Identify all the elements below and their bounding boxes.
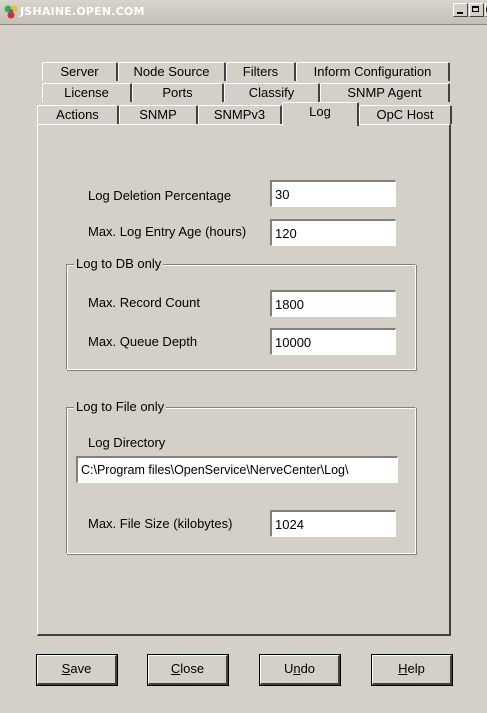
- minimize-button[interactable]: [453, 3, 468, 17]
- tab-license[interactable]: License: [42, 83, 132, 102]
- maximize-button[interactable]: [469, 3, 484, 17]
- log-to-file-group-title: Log to File only: [74, 399, 167, 414]
- undo-label-pre: U: [283, 661, 294, 676]
- tab-snmp-agent[interactable]: SNMP Agent: [320, 83, 450, 102]
- save-button[interactable]: Save: [36, 654, 118, 686]
- tab-server[interactable]: Server: [42, 62, 118, 81]
- tab-node-source[interactable]: Node Source: [118, 62, 226, 81]
- title-bar: JSHAINE.OPEN.COM: [0, 0, 487, 25]
- window-title: JSHAINE.OPEN.COM: [20, 5, 145, 18]
- tab-opc-host[interactable]: OpC Host: [359, 105, 452, 124]
- max-record-count-label: Max. Record Count: [88, 295, 200, 310]
- log-deletion-percentage-label: Log Deletion Percentage: [88, 188, 232, 203]
- log-to-db-group-title: Log to DB only: [74, 256, 164, 271]
- max-queue-depth-field[interactable]: [270, 328, 396, 355]
- tab-snmpv3[interactable]: SNMPv3: [198, 105, 282, 124]
- help-label-rest: elp: [407, 661, 425, 676]
- save-label-rest: ave: [70, 661, 92, 676]
- app-icon: [4, 5, 18, 19]
- max-record-count-field[interactable]: [270, 290, 396, 317]
- tab-snmp[interactable]: SNMP: [119, 105, 198, 124]
- tab-actions[interactable]: Actions: [37, 105, 119, 124]
- log-directory-field[interactable]: [76, 456, 398, 483]
- max-log-entry-age-label: Max. Log Entry Age (hours): [88, 224, 247, 239]
- tab-ports[interactable]: Ports: [132, 83, 224, 102]
- max-file-size-label: Max. File Size (kilobytes): [88, 516, 233, 531]
- close-label-rest: lose: [180, 661, 205, 676]
- max-log-entry-age-field[interactable]: [270, 219, 396, 246]
- log-directory-label: Log Directory: [88, 435, 166, 450]
- help-mnemonic: H: [398, 661, 408, 676]
- tab-classify[interactable]: Classify: [224, 83, 320, 102]
- help-button[interactable]: Help: [371, 654, 453, 686]
- log-deletion-percentage-field[interactable]: [270, 180, 396, 207]
- max-file-size-field[interactable]: [270, 510, 396, 537]
- undo-mnemonic: n: [293, 661, 301, 676]
- close-button[interactable]: Close: [147, 654, 229, 686]
- close-mnemonic: C: [170, 661, 181, 676]
- tab-inform-configuration[interactable]: Inform Configuration: [296, 62, 450, 81]
- max-queue-depth-label: Max. Queue Depth: [88, 334, 198, 349]
- tab-log[interactable]: Log: [282, 102, 359, 126]
- undo-button[interactable]: Undo: [259, 654, 341, 686]
- undo-label-rest: do: [300, 661, 316, 676]
- tab-filters[interactable]: Filters: [226, 62, 296, 81]
